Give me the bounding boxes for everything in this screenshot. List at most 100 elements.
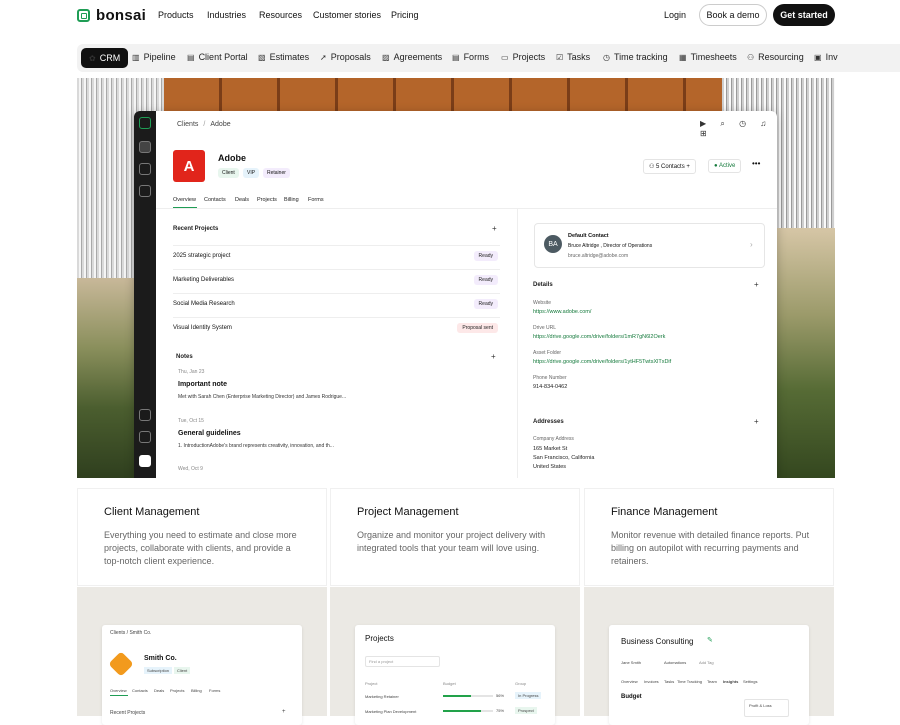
brand-name: bonsai	[96, 7, 147, 24]
add-icon: +	[282, 709, 286, 715]
forms-icon: ▤	[452, 52, 460, 62]
breadcrumb-current: Adobe	[210, 121, 231, 128]
projects-icon[interactable]	[139, 163, 151, 175]
tab-label: Proposals	[330, 52, 371, 62]
preview-owner: Jane Smith	[621, 660, 642, 665]
detail-value[interactable]: https://drive.google.com/drive/folders/1…	[533, 334, 665, 340]
preview-tab: Deals	[154, 688, 165, 693]
nav-link-products[interactable]: Products	[158, 10, 194, 20]
feature-description: Monitor revenue with detailed finance re…	[611, 530, 810, 566]
feature-title: Project Management	[357, 506, 459, 518]
project-row[interactable]: Social Media Research Ready	[173, 293, 500, 313]
book-demo-button[interactable]: Book a demo	[699, 4, 767, 26]
preview-tag: Client	[174, 667, 191, 674]
finance-preview-card: Business Consulting ✎ Jane Smith Automat…	[609, 625, 809, 725]
add-detail-icon[interactable]: +	[754, 280, 759, 289]
add-note-icon[interactable]: +	[491, 352, 496, 361]
tab-overview[interactable]: Overview	[173, 197, 196, 203]
tab-estimates[interactable]: ▧ Estimates	[258, 52, 309, 62]
clients-icon[interactable]	[139, 141, 151, 153]
tab-label: Resourcing	[758, 52, 804, 62]
tab-client-portal[interactable]: ▤ Client Portal	[187, 52, 248, 62]
project-name: 2025 strategic project	[173, 252, 231, 259]
project-row[interactable]: Visual Identity System Proposal sent	[173, 317, 500, 337]
tag-retainer: Retainer	[263, 168, 290, 178]
project-row[interactable]: Marketing Deliverables Ready	[173, 269, 500, 289]
breadcrumb-clients[interactable]: Clients	[177, 121, 198, 128]
brand-logo[interactable]: bonsai	[77, 7, 146, 24]
project-status: Proposal sent	[457, 322, 498, 333]
finance-icon[interactable]	[139, 185, 151, 197]
portal-icon: ▤	[187, 52, 195, 62]
tab-projects[interactable]: Projects	[257, 197, 277, 203]
tab-billing[interactable]: Billing	[284, 197, 299, 203]
preview-project-name: Marketing Plan Development	[365, 709, 417, 714]
feature-title: Finance Management	[611, 506, 718, 518]
clock-icon: ◷	[603, 52, 610, 62]
client-preview-card: Clients / Smith Co. Smith Co. Subscripti…	[102, 625, 302, 725]
app-logo-icon	[139, 117, 151, 129]
more-options-icon[interactable]: •••	[752, 159, 760, 168]
preview-project-name: Marketing Retainer	[365, 694, 399, 699]
tab-label: Agreements	[393, 52, 443, 62]
preview-budget-fill	[443, 710, 481, 712]
preview-tab: Insights	[723, 679, 739, 684]
tab-crm[interactable]: ✿ CRM	[81, 48, 129, 68]
tab-invoices[interactable]: ▣ Inv	[814, 52, 838, 62]
note-date: Tue, Oct 15	[178, 418, 204, 424]
project-row[interactable]: 2025 strategic project Ready	[173, 245, 500, 265]
tasks-icon: ☑	[556, 52, 564, 62]
contacts-button[interactable]: ⚇ 5 Contacts +	[643, 159, 696, 174]
nav-link-industries[interactable]: Industries	[207, 10, 246, 20]
nav-link-pricing[interactable]: Pricing	[391, 10, 419, 20]
detail-value[interactable]: https://drive.google.com/drive/folders/1…	[533, 359, 671, 365]
settings-icon[interactable]	[139, 431, 151, 443]
reports-icon[interactable]	[139, 409, 151, 421]
estimates-icon: ▧	[258, 52, 266, 62]
tab-timesheets[interactable]: ▦ Timesheets	[679, 52, 737, 62]
toolbar-icons[interactable]: ▶ ⌕ ◷ ♫ ⊞	[700, 119, 777, 138]
tab-agreements[interactable]: ▨ Agreements	[382, 52, 442, 62]
preview-budget-bar	[443, 710, 493, 712]
tab-time-tracking[interactable]: ◷ Time tracking	[603, 52, 668, 62]
note-title[interactable]: General guidelines	[178, 430, 241, 437]
preview-group-badge: Prospect	[515, 707, 537, 714]
tag-client: Client	[218, 168, 239, 178]
nav-link-customer-stories[interactable]: Customer stories	[313, 10, 381, 20]
detail-value[interactable]: https://www.adobe.com/	[533, 309, 591, 315]
tab-projects[interactable]: ▭ Projects	[501, 52, 545, 62]
nav-link-resources[interactable]: Resources	[259, 10, 302, 20]
note-body: Met with Sarah Chen (Enterprise Marketin…	[178, 394, 347, 400]
app-sidebar	[134, 111, 156, 478]
status-dropdown[interactable]: ● Active	[708, 159, 742, 173]
tab-contacts[interactable]: Contacts	[204, 197, 226, 203]
preview-search-placeholder: Find a project	[369, 659, 394, 664]
tab-pipeline[interactable]: ▥ Pipeline	[132, 52, 176, 62]
note-date: Wed, Oct 9	[178, 466, 203, 472]
detail-label: Drive URL	[533, 325, 557, 331]
tab-forms[interactable]: ▤ Forms	[452, 52, 489, 62]
preview-card-title: Profit & Loss	[749, 703, 772, 708]
chevron-right-icon: ›	[750, 240, 753, 249]
add-project-icon[interactable]: +	[492, 224, 497, 233]
contact-email: bruce.altridge@adobe.com	[568, 253, 629, 259]
tab-deals[interactable]: Deals	[235, 197, 249, 203]
add-address-icon[interactable]: +	[754, 417, 759, 426]
feature-title: Client Management	[104, 506, 200, 518]
tab-proposals[interactable]: ➚ Proposals	[320, 52, 371, 62]
agreements-icon: ▨	[382, 52, 390, 62]
crm-icon: ✿	[89, 53, 96, 63]
default-contact-card[interactable]: BA Default Contact Bruce Altridge , Dire…	[534, 223, 765, 268]
workspace-icon[interactable]	[139, 455, 151, 467]
detail-label: Asset Folder	[533, 350, 562, 356]
preview-budget-pct: 75%	[496, 708, 505, 713]
tab-tasks[interactable]: ☑ Tasks	[556, 52, 590, 62]
note-title[interactable]: Important note	[178, 381, 227, 388]
project-name: Visual Identity System	[173, 324, 232, 331]
crm-dashboard-screenshot: Clients / Adobe ▶ ⌕ ◷ ♫ ⊞ A Adobe Client V…	[134, 111, 777, 478]
preview-add-tag: Add Tag	[699, 660, 714, 665]
tab-forms[interactable]: Forms	[308, 197, 324, 203]
login-link[interactable]: Login	[664, 10, 686, 20]
tab-resourcing[interactable]: ⚇ Resourcing	[747, 52, 804, 62]
get-started-button[interactable]: Get started	[773, 4, 835, 26]
